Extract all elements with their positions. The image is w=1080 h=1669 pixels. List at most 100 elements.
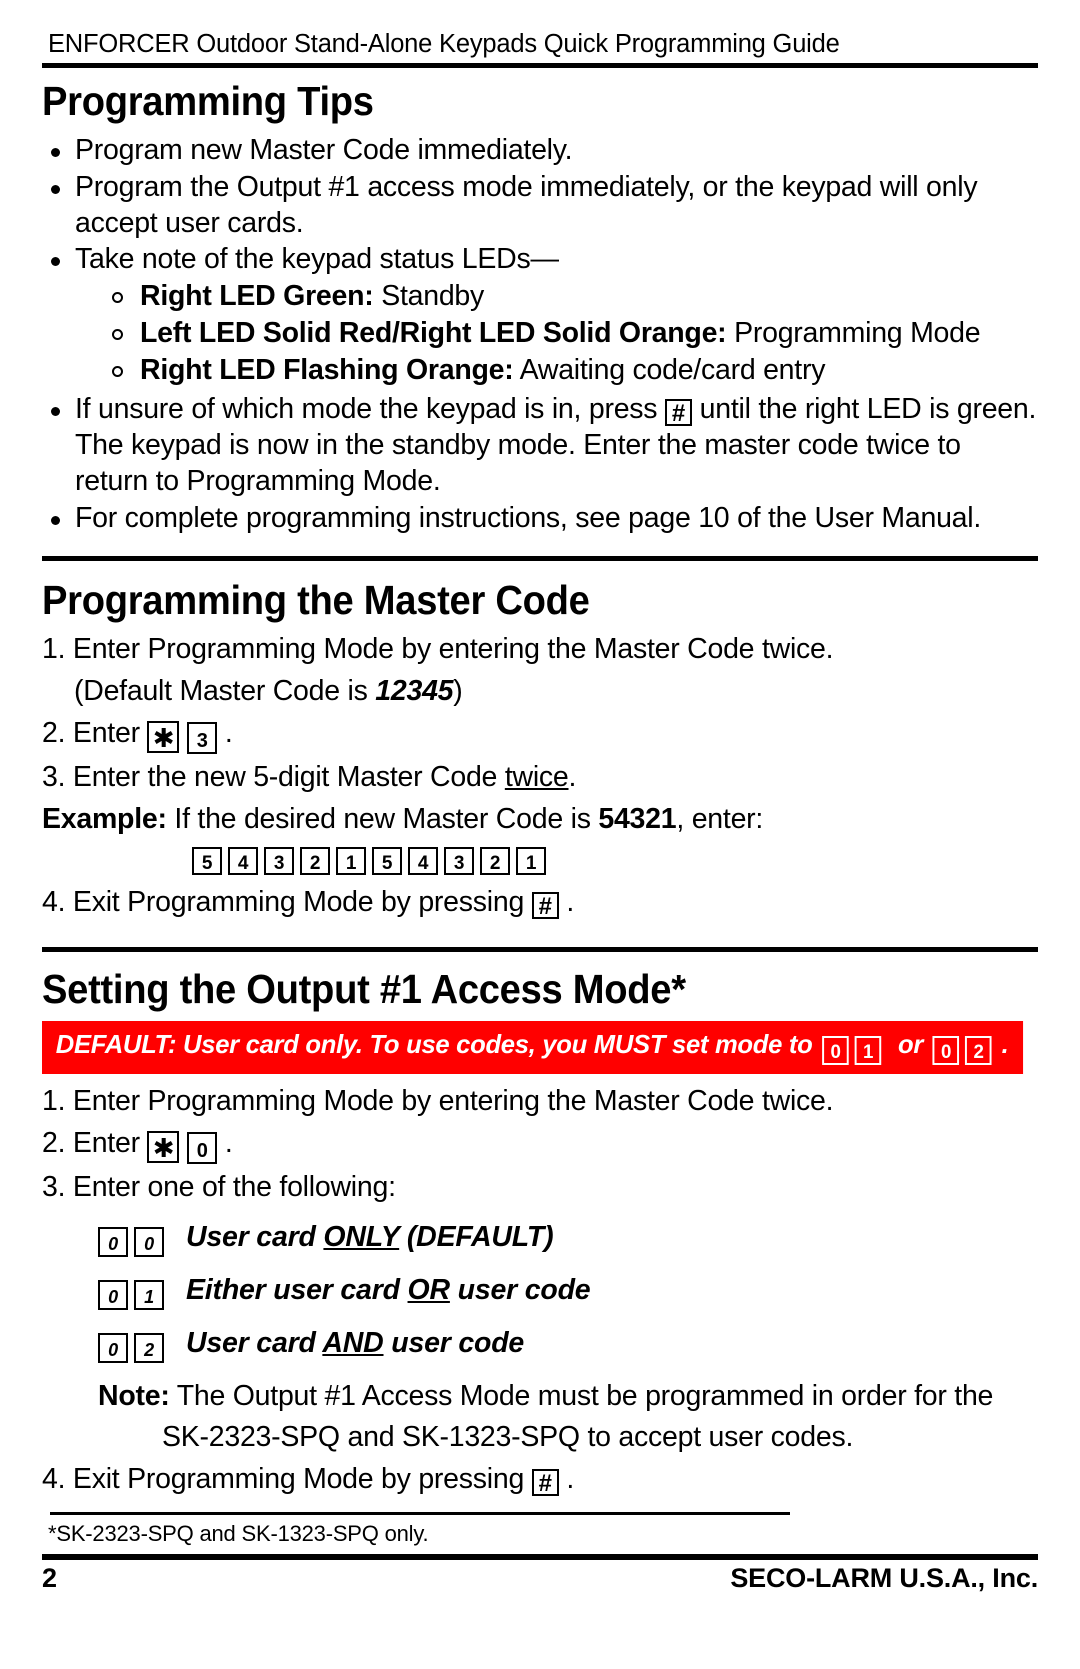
step-1: 1. Enter Programming Mode by entering th…	[42, 1085, 834, 1118]
section-divider-1	[42, 556, 1038, 562]
digit-key-icon: 3	[187, 721, 218, 754]
led-text: Awaiting code/card entry	[519, 353, 826, 386]
keypad-key-icon: 4	[408, 847, 438, 876]
section-divider-2	[42, 947, 1038, 953]
document-page: ENFORCER Outdoor Stand-Alone Keypads Qui…	[0, 0, 1080, 1669]
mode-option-pre: User card	[186, 1220, 324, 1253]
mode-option-pre: Either user card	[186, 1273, 408, 1306]
star-key-icon: ✱	[147, 1130, 180, 1163]
company-name: SECO-LARM U.S.A., Inc.	[730, 1562, 1038, 1593]
hash-key-icon: #	[531, 1469, 559, 1497]
led-text: Programming Mode	[734, 316, 981, 349]
mode-option-underline: AND	[322, 1326, 384, 1359]
star-key-icon: ✱	[147, 720, 180, 753]
keypad-key-icon: 1	[854, 1036, 882, 1066]
example-code: 54321	[598, 802, 677, 835]
banner-text-pre: DEFAULT: User card only. To use codes, y…	[55, 1029, 813, 1060]
tip-text: Take note of the keypad status LEDs—	[75, 243, 559, 276]
list-item: If unsure of which mode the keypad is in…	[42, 392, 1038, 499]
mode-option-row: 0 2 User card AND user code	[42, 1326, 1038, 1363]
banner-or: or	[897, 1029, 923, 1060]
default-code-post: )	[453, 675, 463, 708]
led-label: Left LED Solid Red/Right LED Solid Orang…	[140, 316, 727, 349]
keypad-key-icon: 1	[134, 1279, 164, 1310]
tip-text: Program new Master Code immediately.	[75, 134, 573, 166]
hash-key-icon: #	[531, 892, 559, 920]
step-3-post: .	[568, 760, 577, 793]
step-2-period: .	[224, 1126, 233, 1159]
step-4-period: .	[566, 1463, 575, 1496]
step-1: 1. Enter Programming Mode by entering th…	[42, 633, 834, 666]
note-label: Note:	[98, 1379, 170, 1412]
step-3: 3. Enter the new 5-digit Master Code twi…	[42, 760, 1038, 796]
page-number: 2	[42, 1562, 57, 1593]
step-2-label: 2. Enter	[42, 716, 140, 749]
step-4-label: 4. Exit Programming Mode by pressing	[42, 1463, 525, 1496]
step-3-underline: twice	[504, 760, 569, 793]
default-master-code: 12345	[375, 675, 454, 708]
mode-option-pre: User card	[186, 1326, 323, 1359]
list-item: Left LED Solid Red/Right LED Solid Orang…	[104, 316, 1038, 352]
default-warning-banner: DEFAULT: User card only. To use codes, y…	[42, 1021, 1024, 1075]
master-code-steps: 1. Enter Programming Mode by entering th…	[42, 632, 1038, 921]
mode-option-post: user code	[383, 1326, 525, 1359]
keypad-key-icon: 3	[264, 847, 294, 876]
example-line: Example: If the desired new Master Code …	[42, 802, 1038, 838]
tip-text-part1: If unsure of which mode the keypad is in…	[75, 393, 658, 426]
step-1-default-code: (Default Master Code is 12345)	[42, 674, 1038, 710]
list-item: For complete programming instructions, s…	[42, 501, 1038, 537]
note-line: Note: The Output #1 Access Mode must be …	[42, 1379, 1038, 1415]
footnote-text: *SK-2323-SPQ and SK-1323-SPQ only.	[48, 1520, 429, 1546]
keypad-key-icon: 2	[480, 847, 510, 876]
keypad-key-icon: 1	[516, 847, 546, 876]
step-3: 3. Enter one of the following:	[42, 1170, 396, 1203]
section-heading-master-code: Programming the Master Code	[42, 577, 590, 624]
keypad-key-icon: 2	[300, 847, 330, 876]
output-mode-steps: 1. Enter Programming Mode by entering th…	[42, 1084, 1038, 1498]
keypad-key-icon: 5	[372, 847, 402, 876]
led-label: Right LED Flashing Orange:	[140, 353, 514, 386]
keypad-key-icon: 3	[444, 847, 474, 876]
tip-text: For complete programming instructions, s…	[75, 501, 982, 534]
mode-option-underline: ONLY	[323, 1220, 400, 1253]
keypad-key-icon: 0	[822, 1036, 849, 1066]
keypad-key-icon: 1	[336, 847, 366, 876]
tip-text: Program the Output #1 access mode immedi…	[75, 170, 978, 239]
example-label: Example:	[42, 802, 167, 835]
footnote-divider	[50, 1511, 790, 1515]
hash-key-icon: #	[664, 399, 692, 427]
list-item: Right LED Green: Standby	[104, 279, 1038, 315]
list-item: Right LED Flashing Orange: Awaiting code…	[104, 353, 1038, 389]
mode-option-underline: OR	[407, 1273, 451, 1306]
step-2: 2. Enter ✱ 3 .	[42, 716, 1038, 754]
list-item: Program new Master Code immediately.	[42, 133, 1038, 169]
keypad-key-icon: 0	[98, 1332, 128, 1363]
keypad-key-icon: 5	[192, 847, 222, 876]
step-4-period: .	[566, 886, 575, 919]
digit-key-icon: 0	[187, 1131, 218, 1164]
step-2-period: .	[224, 716, 233, 749]
keypad-key-icon: 0	[98, 1226, 128, 1257]
step-4-label: 4. Exit Programming Mode by pressing	[42, 886, 525, 919]
keypad-key-icon: 4	[228, 847, 258, 876]
mode-option-row: 0 1 Either user card OR user code	[42, 1273, 1038, 1310]
example-pre: If the desired new Master Code is	[166, 802, 599, 835]
banner-text-post: .	[1001, 1029, 1009, 1060]
programming-tips-list-cont: If unsure of which mode the keypad is in…	[42, 392, 1038, 536]
default-code-pre: (Default Master Code is	[74, 675, 376, 708]
programming-tips-list: Program new Master Code immediately. Pro…	[42, 133, 1038, 278]
running-head: ENFORCER Outdoor Stand-Alone Keypads Qui…	[48, 30, 840, 58]
led-label: Right LED Green:	[140, 280, 374, 313]
keypad-key-icon: 0	[932, 1036, 960, 1066]
mode-option-row: 0 0 User card ONLY (DEFAULT)	[42, 1220, 1038, 1257]
list-item: Take note of the keypad status LEDs—	[42, 242, 1038, 278]
step-4: 4. Exit Programming Mode by pressing # .	[42, 1462, 1038, 1498]
mode-option-post: (DEFAULT)	[399, 1220, 554, 1253]
example-post: , enter:	[676, 802, 764, 835]
section-heading-programming-tips: Programming Tips	[42, 78, 374, 124]
keypad-key-icon: 2	[134, 1332, 164, 1363]
step-2-label: 2. Enter	[42, 1126, 140, 1159]
keypad-key-icon: 2	[965, 1036, 992, 1066]
led-status-list: Right LED Green: Standby Left LED Solid …	[42, 279, 1038, 388]
section-heading-output-mode: Setting the Output #1 Access Mode*	[42, 966, 686, 1013]
